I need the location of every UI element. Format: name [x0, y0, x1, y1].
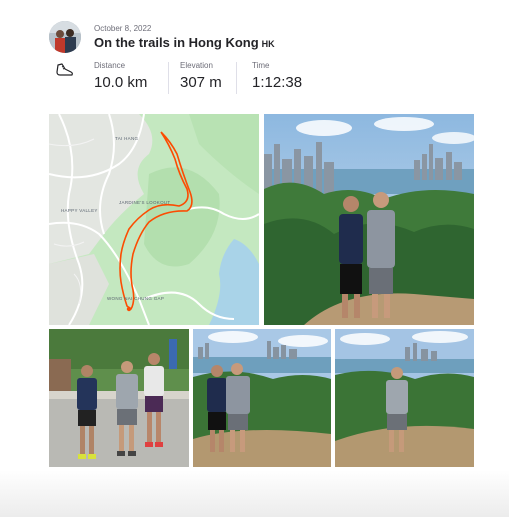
activity-card: October 8, 2022 On the trails in Hong Ko…: [0, 0, 509, 480]
activity-title-text[interactable]: On the trails in Hong Kong: [94, 35, 259, 50]
stat-time: Time 1:12:38: [252, 61, 302, 91]
photo-two-men-harbour[interactable]: [193, 329, 331, 467]
country-flag-label: HK: [261, 39, 275, 49]
photo-runner-trail[interactable]: [335, 329, 474, 467]
map-label-happy-valley: HAPPY VALLEY: [61, 208, 98, 213]
map-label-jardines-lookout: JARDINE'S LOOKOUT: [119, 200, 170, 205]
stat-distance-value: 10.0 km: [94, 74, 148, 91]
stat-distance: Distance 10.0 km: [94, 61, 147, 91]
map-label-tai-hang: TAI HANG: [115, 136, 139, 141]
stat-elevation-label: Elevation: [180, 61, 213, 70]
bottom-fade: [0, 470, 509, 517]
stat-divider: [168, 62, 169, 94]
photo-three-runners-road[interactable]: [49, 329, 189, 467]
avatar[interactable]: [49, 21, 81, 53]
stat-distance-label: Distance: [94, 61, 126, 70]
stat-elevation: Elevation 307 m: [180, 61, 222, 91]
stat-time-value: 1:12:38: [252, 74, 303, 91]
photo-two-men-city-view[interactable]: [264, 114, 474, 325]
stat-time-label: Time: [252, 61, 270, 70]
activity-title[interactable]: On the trails in Hong Kong HK: [94, 35, 275, 50]
stat-divider: [236, 62, 237, 94]
activity-date: October 8, 2022: [94, 24, 152, 33]
map-label-wong-nai-chung-gap: WONG NAI CHUNG GAP: [107, 296, 164, 301]
stat-elevation-value: 307 m: [180, 74, 222, 91]
route-map[interactable]: TAI HANG HAPPY VALLEY JARDINE'S LOOKOUT …: [49, 114, 259, 325]
running-shoe-icon: [56, 63, 73, 76]
